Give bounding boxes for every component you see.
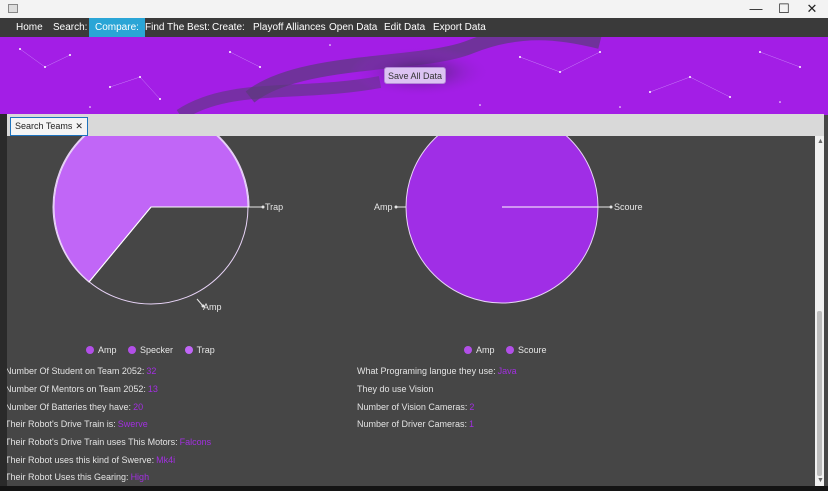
vertical-scrollbar[interactable]: ▲ ▼ xyxy=(815,136,824,486)
stat-label: Number Of Mentors on Team 2052: xyxy=(7,384,146,394)
pie-leader-dot xyxy=(394,205,398,209)
pie-legend-1: Amp Specker Trap xyxy=(86,345,224,357)
scroll-up-icon[interactable]: ▲ xyxy=(817,138,824,145)
stat-drive-train: Their Robot's Drive Train is: Swerve xyxy=(7,419,148,429)
pie-legend-2: Amp Scoure xyxy=(464,345,556,357)
stat-value: Mk4i xyxy=(156,455,176,465)
stat-students: Number Of Student on Team 2052: 32 xyxy=(7,366,156,376)
stat-label: Number of Vision Cameras: xyxy=(357,402,468,412)
legend-label: Scoure xyxy=(518,345,547,355)
stat-motors: Their Robot's Drive Train uses This Moto… xyxy=(7,437,211,447)
stat-label: Their Robot's Drive Train uses This Moto… xyxy=(7,437,178,447)
pie-chart-2 xyxy=(394,136,613,304)
stat-value: 2 xyxy=(469,402,475,412)
legend-item: Trap xyxy=(184,345,215,355)
menu-edit-data[interactable]: Edit Data xyxy=(378,18,431,37)
legend-dot xyxy=(506,345,515,354)
save-all-data-button[interactable]: Save All Data xyxy=(384,67,446,84)
stat-gearing: Their Robot Uses this Gearing: High xyxy=(7,472,149,482)
stat-label: Their Robot uses this kind of Swerve: xyxy=(7,455,155,465)
scroll-down-icon[interactable]: ▼ xyxy=(817,477,824,484)
stat-label: Number of Driver Cameras: xyxy=(357,419,468,429)
legend-item: Amp xyxy=(86,345,117,355)
legend-dot xyxy=(464,345,472,354)
legend-dot xyxy=(86,345,94,354)
minimize-button[interactable]: — xyxy=(741,0,771,18)
stat-value: 1 xyxy=(469,419,475,429)
stat-value: High xyxy=(130,472,150,482)
legend-label: Amp xyxy=(98,345,117,355)
stat-language: What Programing langue they use: Java xyxy=(357,366,517,376)
stat-value: Swerve xyxy=(117,419,148,429)
stat-label: What Programing langue they use: xyxy=(357,366,496,376)
pie-label-amp: Amp xyxy=(203,302,222,312)
stat-label: Their Robot's Drive Train is: xyxy=(7,419,116,429)
app-window: — ☐ ✕ Home Search: Compare: Find The Bes… xyxy=(0,0,828,491)
stat-label: Number Of Batteries they have: xyxy=(7,402,132,412)
pie-label-trap: Trap xyxy=(265,202,284,212)
close-icon[interactable]: ✕ xyxy=(75,121,83,131)
pie-leader-dot xyxy=(609,205,613,209)
menu-open-data[interactable]: Open Data xyxy=(323,18,383,37)
menu-bar: Home Search: Compare: Find The Best: Cre… xyxy=(0,18,828,37)
stat-value: Falcons xyxy=(179,437,212,447)
menu-search[interactable]: Search: xyxy=(47,18,93,37)
taskbar-strip xyxy=(0,486,828,491)
pie-label-scoure: Scoure xyxy=(614,202,643,212)
app-icon xyxy=(8,4,18,13)
legend-label: Amp xyxy=(476,345,495,355)
legend-label: Specker xyxy=(140,345,174,355)
menu-find-the-best[interactable]: Find The Best: xyxy=(139,18,216,37)
stat-label: They do use Vision xyxy=(357,384,434,394)
pie-label-amp: Amp xyxy=(374,202,393,212)
menu-playoff-alliances[interactable]: Playoff Alliances xyxy=(247,18,332,37)
left-gutter xyxy=(0,114,7,491)
menu-home[interactable]: Home xyxy=(10,18,49,37)
pie-chart-1 xyxy=(52,136,265,308)
tab-bar: Search Teams ✕ xyxy=(7,114,824,136)
stat-driver-cameras: Number of Driver Cameras: 1 xyxy=(357,419,474,429)
stat-label: Their Robot Uses this Gearing: xyxy=(7,472,129,482)
pie-slice-trap xyxy=(52,136,250,283)
stat-mentors: Number Of Mentors on Team 2052: 13 xyxy=(7,384,158,394)
legend-item: Scoure xyxy=(506,345,547,355)
menu-compare[interactable]: Compare: xyxy=(89,18,145,37)
stat-value: 20 xyxy=(133,402,144,412)
constellation-banner: Save All Data xyxy=(0,37,828,115)
legend-dot xyxy=(184,345,193,354)
legend-dot xyxy=(128,345,137,354)
legend-item: Amp xyxy=(464,345,495,355)
stat-value: 13 xyxy=(147,384,158,394)
tab-search-teams[interactable]: Search Teams ✕ xyxy=(10,117,88,136)
stat-label: Number Of Student on Team 2052: xyxy=(7,366,145,376)
close-button[interactable]: ✕ xyxy=(797,0,827,18)
maximize-button[interactable]: ☐ xyxy=(769,0,799,18)
stat-value: Java xyxy=(497,366,517,376)
stat-swerve-kind: Their Robot uses this kind of Swerve: Mk4… xyxy=(7,455,175,465)
compare-content: Trap Amp Amp Scoure Amp Specker Trap Amp… xyxy=(7,136,815,486)
stat-vision-cameras: Number of Vision Cameras: 2 xyxy=(357,402,474,412)
stat-value: 32 xyxy=(146,366,157,376)
stat-batteries: Number Of Batteries they have: 20 xyxy=(7,402,143,412)
menu-export-data[interactable]: Export Data xyxy=(427,18,492,37)
legend-item: Specker xyxy=(128,345,173,355)
pie-slice-scoure xyxy=(405,136,599,304)
stat-vision: They do use Vision xyxy=(357,384,433,394)
pie-charts xyxy=(52,136,613,308)
menu-create[interactable]: Create: xyxy=(206,18,251,37)
legend-label: Trap xyxy=(196,345,215,355)
title-bar: — ☐ ✕ xyxy=(0,0,828,18)
tab-label: Search Teams xyxy=(15,121,73,131)
scrollbar-thumb[interactable] xyxy=(817,311,822,476)
